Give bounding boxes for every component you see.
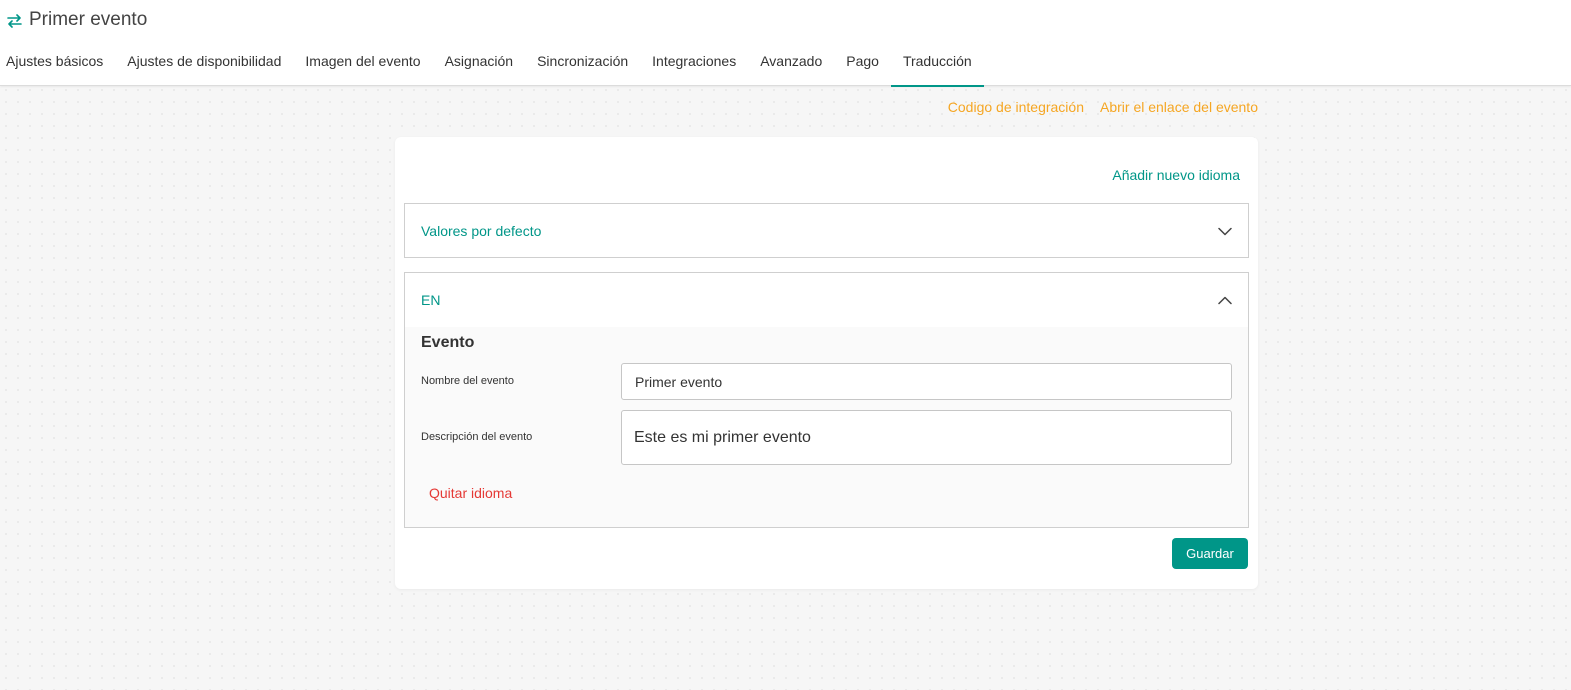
tab-integraciones[interactable]: Integraciones [640,40,748,86]
section-title: Evento [421,334,475,351]
tab-avanzado[interactable]: Avanzado [748,40,834,86]
chevron-down-icon[interactable] [1218,227,1232,236]
tab-ajustes-disponibilidad[interactable]: Ajustes de disponibilidad [115,40,293,86]
translation-card: Añadir nuevo idioma Valores por defecto … [395,137,1258,589]
integration-code-link[interactable]: Codigo de integración [948,99,1084,115]
tab-bar: Ajustes básicos Ajustes de disponibilida… [0,40,984,87]
event-description-label: Descripción del evento [421,431,533,443]
event-description-input[interactable] [621,410,1232,465]
add-language-link[interactable]: Añadir nuevo idioma [1112,167,1240,183]
event-name-label: Nombre del evento [421,375,514,387]
tab-imagen-evento[interactable]: Imagen del evento [293,40,432,86]
chevron-up-icon[interactable] [1218,296,1232,305]
event-name-input[interactable] [621,363,1232,400]
tab-sincronizacion[interactable]: Sincronización [525,40,640,86]
default-values-panel: Valores por defecto [404,203,1249,258]
tab-traduccion[interactable]: Traducción [890,40,984,87]
tab-asignacion[interactable]: Asignación [433,40,526,86]
tab-ajustes-basicos[interactable]: Ajustes básicos [0,40,115,86]
open-event-link[interactable]: Abrir el enlace del evento [1100,99,1258,115]
panel-title: Valores por defecto [421,223,542,239]
panel-title: EN [421,292,441,308]
page-title: Primer evento [29,9,148,30]
top-bar: Primer evento Ajustes básicos Ajustes de… [0,0,1571,87]
default-values-panel-header[interactable]: Valores por defecto [405,204,1248,258]
tab-pago[interactable]: Pago [834,40,891,86]
en-panel-body: Evento Nombre del evento Descripción del… [405,327,1248,527]
remove-language-link[interactable]: Quitar idioma [429,485,512,501]
en-language-panel: EN Evento Nombre del evento Descripción … [404,272,1249,528]
swap-arrows-icon[interactable] [7,14,22,28]
top-links: Codigo de integración Abrir el enlace de… [948,99,1258,115]
en-language-panel-header[interactable]: EN [405,273,1248,327]
save-button[interactable]: Guardar [1172,538,1248,569]
title-row: Primer evento [7,8,147,32]
